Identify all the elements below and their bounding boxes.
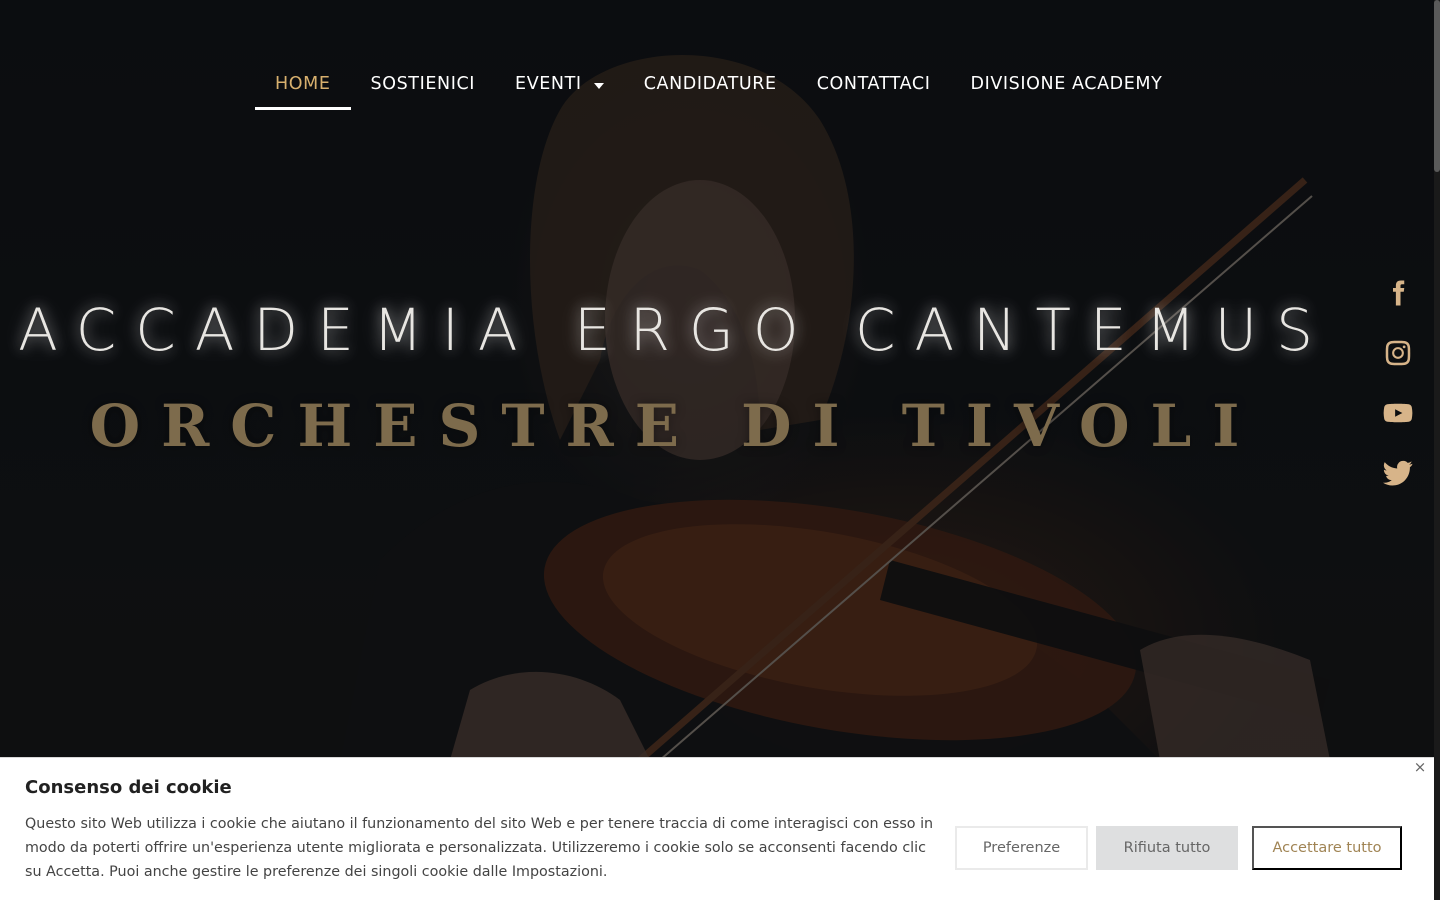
facebook-icon[interactable] (1383, 278, 1413, 308)
nav-sostienici[interactable]: SOSTIENICI (351, 62, 496, 108)
nav-home-label: HOME (275, 74, 331, 94)
chevron-down-icon (593, 83, 604, 89)
nav-contattaci[interactable]: CONTATTACI (797, 62, 951, 108)
cookie-title: Consenso dei cookie (25, 777, 232, 798)
close-icon[interactable]: × (1413, 760, 1427, 775)
nav-sostienici-label: SOSTIENICI (370, 74, 476, 94)
nav-contattaci-label: CONTATTACI (816, 74, 931, 94)
instagram-icon[interactable] (1383, 338, 1413, 368)
nav-divisione-academy[interactable]: DIVISIONE ACADEMY (951, 62, 1183, 108)
nav-candidature-label: CANDIDATURE (643, 74, 777, 94)
main-navigation: HOME SOSTIENICI EVENTI CANDIDATURE CONTA… (255, 62, 1182, 110)
nav-eventi[interactable]: EVENTI (495, 62, 624, 108)
twitter-icon[interactable] (1383, 458, 1413, 488)
nav-home[interactable]: HOME (255, 62, 351, 110)
social-links (1380, 278, 1416, 488)
hero-subtitle: ORCHESTRE DI TIVOLI (89, 392, 1261, 460)
nav-candidature[interactable]: CANDIDATURE (624, 62, 797, 108)
scrollbar-thumb[interactable] (1434, 0, 1440, 172)
youtube-icon[interactable] (1383, 398, 1413, 428)
accept-all-button[interactable]: Accettare tutto (1252, 826, 1402, 870)
cookie-consent-banner: Consenso dei cookie Questo sito Web util… (0, 757, 1434, 900)
hero-title: ACCADEMIA ERGO CANTEMUS (18, 296, 1332, 364)
preferences-button[interactable]: Preferenze (955, 826, 1088, 870)
reject-all-button[interactable]: Rifiuta tutto (1096, 826, 1238, 870)
nav-eventi-label: EVENTI (515, 74, 582, 94)
page-scrollbar[interactable] (1434, 0, 1440, 900)
nav-divisione-academy-label: DIVISIONE ACADEMY (970, 74, 1163, 94)
cookie-description: Questo sito Web utilizza i cookie che ai… (25, 816, 934, 880)
